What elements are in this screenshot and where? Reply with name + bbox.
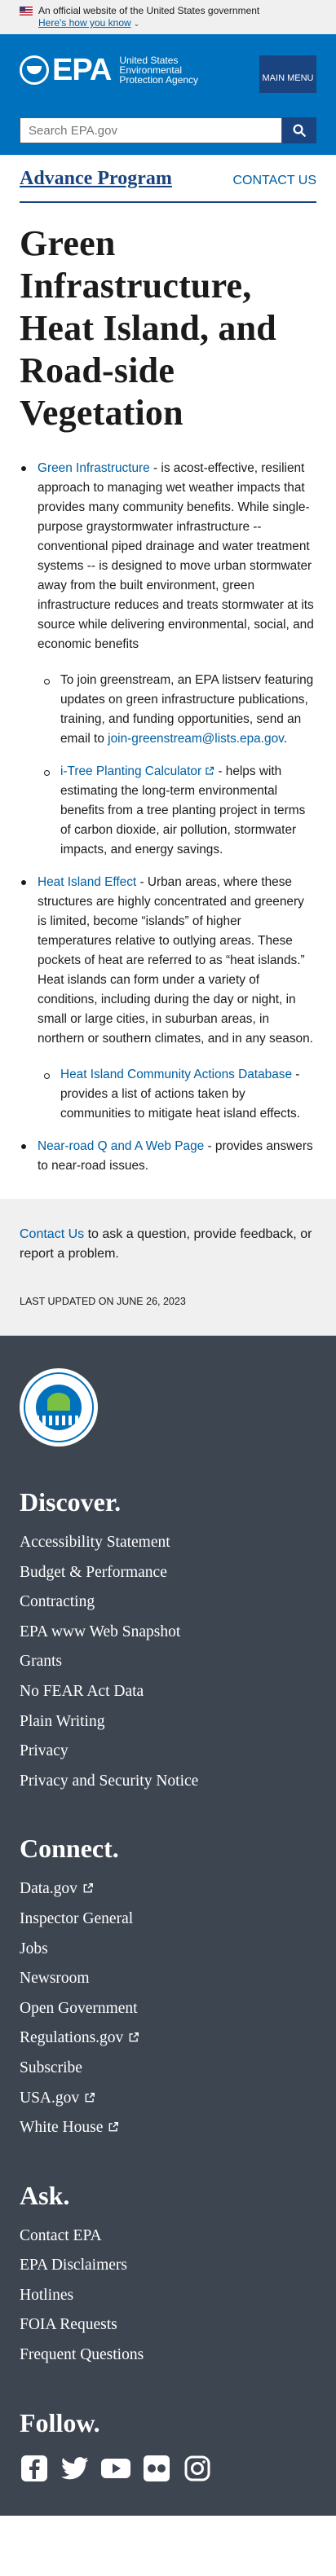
footer-link-budget[interactable]: Budget & Performance [20,1564,167,1581]
connect-links: Data.gov Inspector General Jobs Newsroom… [20,1874,316,2142]
advance-program-link[interactable]: Advance Program [20,168,172,190]
green-infrastructure-link[interactable]: Green Infrastructure [38,461,150,475]
footer-link-privacy-security[interactable]: Privacy and Security Notice [20,1772,198,1790]
instagram-icon[interactable] [183,2454,212,2483]
footer-link-regulations-gov[interactable]: Regulations.gov [20,2029,123,2046]
footer-link-contact-epa[interactable]: Contact EPA [20,2227,102,2244]
facebook-icon[interactable] [20,2454,49,2483]
footer-link-jobs[interactable]: Jobs [20,1940,48,1957]
epa-logo[interactable]: EPA United States Environmental Protecti… [20,53,225,87]
footer-link-disclaimers[interactable]: EPA Disclaimers [20,2257,127,2274]
chevron-down-icon: ⌄ [133,20,140,28]
footer-link-hotlines[interactable]: Hotlines [20,2287,73,2304]
connect-heading: Connect. [20,1834,119,1864]
sub-item-greenstream: To join greenstream, an EPA listserv fea… [38,671,316,749]
epa-flower-icon [20,55,49,85]
footer-link-newsroom[interactable]: Newsroom [20,1970,90,1987]
flickr-icon[interactable] [142,2454,171,2483]
us-flag-icon [20,7,33,15]
search-form [20,117,316,143]
near-road-qa-link[interactable]: Near-road Q and A Web Page [38,1139,204,1153]
footer-link-open-government[interactable]: Open Government [20,2000,138,2017]
heat-island-effect-link[interactable]: Heat Island Effect [38,875,136,889]
sub-list: Heat Island Community Actions Database -… [38,1065,316,1124]
page-title: Green Infrastructure, Heat Island, and R… [20,223,276,433]
footer-link-faq[interactable]: Frequent Questions [20,2346,144,2363]
discover-links: Accessibility Statement Budget & Perform… [20,1528,316,1796]
footer-link-web-snapshot[interactable]: EPA www Web Snapshot [20,1623,180,1640]
item-description: - is acost-effective, resilient approach… [38,461,314,651]
list-item-near-road: Near-road Q and A Web Page - provides an… [20,1137,316,1176]
footer-link-usa-gov[interactable]: USA.gov [20,2089,79,2107]
youtube-icon[interactable] [101,2454,130,2483]
footer-link-no-fear[interactable]: No FEAR Act Data [20,1683,144,1700]
ask-links: Contact EPA EPA Disclaimers Hotlines FOI… [20,2222,316,2371]
gov-banner: An official website of the United States… [0,0,336,34]
site-header: EPA United States Environmental Protecti… [0,34,336,155]
feedback-contact-us-link[interactable]: Contact Us [20,1227,84,1241]
follow-heading: Follow. [20,2407,100,2437]
social-links [20,2454,316,2483]
heres-how-you-know-link[interactable]: Here's how you know [38,17,131,29]
gov-banner-text: An official website of the United States… [38,5,260,16]
footer-link-accessibility[interactable]: Accessibility Statement [20,1534,170,1551]
sub-item-heat-island-database: Heat Island Community Actions Database -… [38,1065,316,1124]
main-menu-button[interactable]: MAIN MENU [259,55,316,93]
search-button[interactable] [282,117,316,143]
item-description: - Urban areas, where these structures ar… [38,875,313,1046]
discover-heading: Discover. [20,1487,122,1517]
footer-link-contracting[interactable]: Contracting [20,1593,95,1610]
footer-link-grants[interactable]: Grants [20,1653,62,1670]
epa-seal-logo[interactable] [20,1368,98,1447]
ask-heading: Ask. [20,2180,70,2210]
sub-list: To join greenstream, an EPA listserv fea… [38,671,316,860]
program-bar: Advance Program CONTACT US [0,155,336,190]
footer-link-plain-writing[interactable]: Plain Writing [20,1713,104,1730]
list-item-green-infrastructure: Green Infrastructure - is acost-effectiv… [20,459,316,860]
logo-letters: EPA [52,53,112,87]
footer-link-foia[interactable]: FOIA Requests [20,2316,117,2333]
sub-item-itree: i-Tree Planting Calculator - helps with … [38,762,316,860]
footer-link-privacy[interactable]: Privacy [20,1742,69,1759]
item-suffix: . [283,732,287,746]
search-input[interactable] [20,117,282,143]
twitter-icon[interactable] [60,2454,90,2483]
heat-island-database-link[interactable]: Heat Island Community Actions Database [60,1068,292,1081]
footer-link-inspector-general[interactable]: Inspector General [20,1910,133,1927]
external-link-icon [129,2032,139,2042]
footer-link-data-gov[interactable]: Data.gov [20,1880,77,1897]
agency-name: United States Environmental Protection A… [119,55,199,86]
footer-link-subscribe[interactable]: Subscribe [20,2059,82,2076]
list-item-heat-island: Heat Island Effect - Urban areas, where … [20,873,316,1124]
resource-list: Green Infrastructure - is acost-effectiv… [20,459,316,1176]
site-footer: Discover. Accessibility Statement Budget… [0,1336,336,2516]
search-icon [293,124,306,137]
contact-us-link[interactable]: CONTACT US [232,174,316,188]
external-link-icon [85,2092,95,2102]
last-updated: LAST UPDATED ON JUNE 26, 2023 [20,1296,186,1307]
feedback-box: Contact Us to ask a question, provide fe… [0,1199,336,1336]
external-link-icon [206,766,214,775]
itree-calculator-link[interactable]: i-Tree Planting Calculator [60,764,201,778]
join-greenstream-email-link[interactable]: join-greenstream@lists.epa.gov [108,732,284,746]
main-content: Green Infrastructure - is acost-effectiv… [0,434,336,1176]
external-link-icon [83,1883,93,1893]
footer-link-white-house[interactable]: White House [20,2119,103,2136]
external-link-icon [108,2122,119,2132]
